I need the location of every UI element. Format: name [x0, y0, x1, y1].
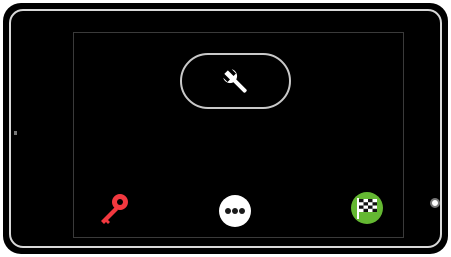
- home-hardware-button[interactable]: [430, 198, 440, 208]
- finish-button[interactable]: [350, 191, 384, 225]
- key-icon: [101, 194, 128, 224]
- more-dot-icon: [239, 208, 245, 214]
- app-screen: [73, 32, 404, 238]
- more-options-button[interactable]: [219, 195, 251, 227]
- tablet-device-frame: [3, 3, 448, 254]
- tools-button[interactable]: [180, 53, 291, 109]
- wrench-icon: [223, 69, 247, 93]
- checkered-flag-icon: [351, 192, 383, 224]
- more-dot-icon: [232, 208, 238, 214]
- more-dot-icon: [225, 208, 231, 214]
- side-sensor: [14, 131, 17, 135]
- key-button[interactable]: [95, 192, 131, 226]
